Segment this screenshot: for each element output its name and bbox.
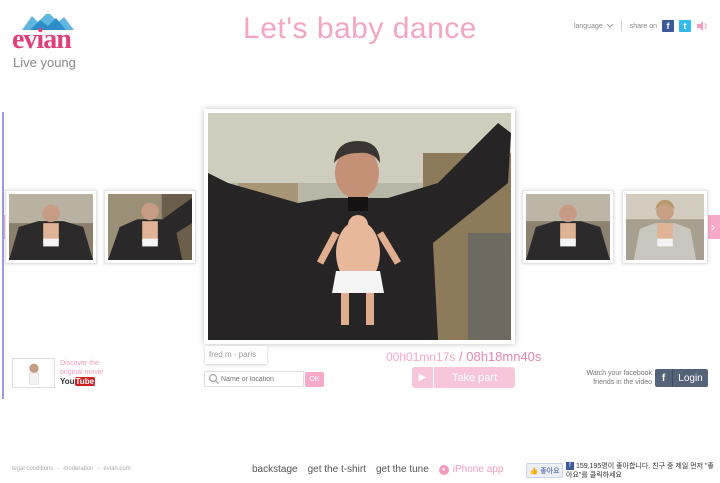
youtube-tube: Tube [74,377,96,386]
original-movie-thumbnail[interactable] [12,358,55,388]
youtube-you: You [60,377,75,386]
video-thumbnail[interactable] [5,190,97,264]
evian-logo[interactable]: evian Live young [12,12,92,70]
divider [620,21,622,31]
dancer-caption: fred m - paris [205,346,267,364]
like-label: 좋아요 [540,467,560,475]
iphone-app-link[interactable]: ● iPhone app [434,464,509,475]
brand-name: evian [12,24,72,55]
chevron-right-icon[interactable]: › [706,215,720,239]
footer-separator: - [57,466,60,472]
page-title: Let's baby dance [243,12,477,45]
take-part-label: Take part [451,371,498,384]
like-count-text: 159,195명이 좋아합니다. 친구 중 제일 먼저 "좋아요"를 클릭하세요 [566,463,714,479]
total-time: 08h18mn40s [466,349,542,364]
like-thumb-icon: 👍 [529,467,539,475]
youtube-logo[interactable]: YouTube [60,377,96,386]
brand-tagline: Live young [13,55,76,70]
thumbnail-image [108,194,192,260]
share-label: share on [629,22,657,30]
search-icon [208,373,220,385]
play-icon: ▶ [412,367,434,388]
facebook-like-button[interactable]: 👍 좋아요 [526,463,563,478]
backstage-link[interactable]: backstage [247,464,303,475]
search-input[interactable] [221,375,299,383]
thumbnail-image [626,194,704,260]
footer-separator: - [97,466,100,472]
get-tune-link[interactable]: get the tune [371,464,434,475]
discover-original-movie-link[interactable]: Discover the original movie [60,359,110,377]
facebook-like-count: f 159,195명이 좋아합니다. 친구 중 제일 먼저 "좋아요"를 클릭하… [566,462,716,480]
facebook-watch-text: Watch your facebook friends in the video [586,370,653,386]
video-thumbnail[interactable] [522,190,614,264]
moderation-link[interactable]: moderation [63,466,93,472]
main-video-player[interactable] [204,109,515,344]
evian-com-link[interactable]: evian.com [103,466,130,472]
video-thumbnail[interactable] [622,190,708,264]
footer-legal-links: legal conditions - moderation - evian.co… [12,466,131,472]
facebook-icon: f [566,462,574,471]
video-timer: 00h01mn17s / 08h18mn40s [386,349,541,364]
search-ok-button[interactable]: OK [305,372,324,387]
timer-separator: / [455,349,467,364]
facebook-icon: f [655,369,673,387]
elapsed-time: 00h01mn17s [386,350,456,364]
get-tshirt-link[interactable]: get the t-shirt [303,464,371,475]
thumbnail-image [9,194,93,260]
top-utility-bar: language share on f t [574,20,708,32]
facebook-icon[interactable]: f [662,20,674,32]
search-field[interactable] [204,371,304,387]
video-frame [208,113,511,340]
original-movie-image [13,359,54,387]
language-selector[interactable]: language [574,23,613,30]
scroll-track[interactable] [2,112,4,399]
facebook-login-button[interactable]: f Login [655,369,708,387]
video-thumbnail[interactable] [104,190,196,264]
iphone-icon: ● [438,464,449,475]
legal-conditions-link[interactable]: legal conditions [12,466,53,472]
chevron-down-icon [606,23,613,28]
thumbnail-image [526,194,610,260]
twitter-icon[interactable]: t [679,20,691,32]
footer-nav: backstage get the t-shirt get the tune ●… [247,464,508,475]
login-label: Login [678,372,703,384]
take-part-button[interactable]: ▶ Take part [412,367,515,388]
speaker-icon[interactable] [696,20,708,32]
language-label: language [573,22,603,30]
iphone-app-label: iPhone app [452,464,504,475]
